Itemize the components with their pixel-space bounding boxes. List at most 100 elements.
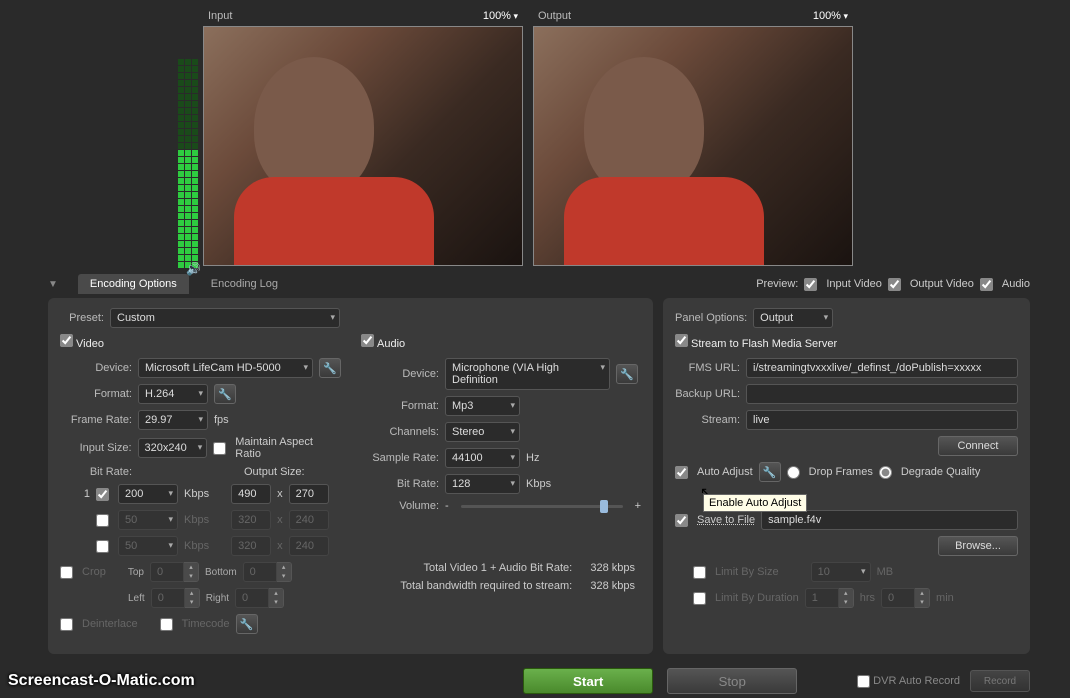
preset-select[interactable]: Custom — [110, 308, 340, 328]
hz-unit: Hz — [526, 452, 539, 464]
stream3-width: 320 — [231, 536, 271, 556]
min-unit: min — [936, 592, 954, 604]
volume-slider[interactable] — [461, 505, 623, 508]
kbps-unit-2: Kbps — [184, 514, 209, 526]
preview-input-video-label: Input Video — [826, 278, 881, 290]
backup-url-input[interactable] — [746, 384, 1018, 404]
audio-format-select[interactable]: Mp3 — [445, 396, 520, 416]
video-format-settings-icon[interactable]: 🔧 — [214, 384, 236, 404]
stream1-height[interactable]: 270 — [289, 484, 329, 504]
stream1-width[interactable]: 490 — [231, 484, 271, 504]
preset-label: Preset: — [60, 312, 104, 324]
kbps-unit-1: Kbps — [184, 488, 209, 500]
speaker-icon[interactable]: 🔊 — [186, 262, 201, 276]
drop-frames-label: Drop Frames — [809, 466, 873, 478]
dvr-label: DVR Auto Record — [873, 675, 960, 687]
preview-audio-check[interactable] — [980, 278, 993, 291]
stream-name-input[interactable] — [746, 410, 1018, 430]
audio-device-settings-icon[interactable]: 🔧 — [616, 364, 638, 384]
x-sep-2: x — [277, 514, 283, 526]
video-device-select[interactable]: Microsoft LifeCam HD-5000 — [138, 358, 313, 378]
bitrate-header: Bit Rate: — [60, 466, 132, 478]
maintain-aspect-check[interactable] — [213, 442, 226, 455]
video-enable-check[interactable] — [60, 334, 73, 347]
auto-adjust-check[interactable] — [675, 466, 688, 479]
stream-enable-check[interactable] — [675, 334, 688, 347]
input-label: Input — [208, 10, 232, 22]
input-zoom[interactable]: 100% — [483, 10, 518, 22]
record-button: Record — [970, 670, 1030, 692]
volume-minus[interactable]: - — [445, 500, 449, 512]
total-bw-value: 328 kbps — [590, 580, 635, 592]
watermark: Screencast-O-Matic.com — [8, 672, 195, 690]
stream1-bitrate[interactable]: 200 — [118, 484, 178, 504]
stream3-height: 240 — [289, 536, 329, 556]
total-video-label: Total Video 1 + Audio Bit Rate: — [424, 562, 573, 574]
stream1-index: 1 — [60, 488, 90, 500]
fms-url-input[interactable] — [746, 358, 1018, 378]
preview-audio-label: Audio — [1002, 278, 1030, 290]
audio-enable-check[interactable] — [361, 334, 374, 347]
stream1-check[interactable] — [96, 488, 109, 501]
channels-select[interactable]: Stereo — [445, 422, 520, 442]
preview-output-video-label: Output Video — [910, 278, 974, 290]
limit-duration-check[interactable] — [693, 592, 706, 605]
outputsize-header: Output Size: — [244, 466, 305, 478]
start-button[interactable]: Start — [523, 668, 653, 694]
degrade-quality-radio[interactable] — [879, 466, 892, 479]
video-device-settings-icon[interactable]: 🔧 — [319, 358, 341, 378]
connect-button[interactable]: Connect — [938, 436, 1018, 456]
degrade-quality-label: Degrade Quality — [901, 466, 981, 478]
crop-bottom: 0 — [243, 562, 277, 582]
save-to-file-check[interactable] — [675, 514, 688, 527]
output-label: Output — [538, 10, 571, 22]
crop-left-label: Left — [128, 593, 145, 604]
preview-output-video-check[interactable] — [888, 278, 901, 291]
stream2-bitrate: 50 — [118, 510, 178, 530]
deinterlace-label: Deinterlace — [82, 618, 138, 630]
audio-kbps-unit: Kbps — [526, 478, 551, 490]
backup-url-label: Backup URL: — [675, 388, 740, 400]
kbps-unit-3: Kbps — [184, 540, 209, 552]
deinterlace-check[interactable] — [60, 618, 73, 631]
crop-check[interactable] — [60, 566, 73, 579]
video-format-select[interactable]: H.264 — [138, 384, 208, 404]
limit-duration-label: Limit By Duration — [715, 592, 799, 604]
timecode-check[interactable] — [160, 618, 173, 631]
volume-label: Volume: — [361, 500, 439, 512]
timecode-label: Timecode — [182, 618, 230, 630]
samplerate-label: Sample Rate: — [361, 452, 439, 464]
stream3-check[interactable] — [96, 540, 109, 553]
collapse-icon[interactable]: ▼ — [48, 279, 58, 290]
limit-size-value: 10 — [811, 562, 871, 582]
preview-label: Preview: — [756, 278, 798, 290]
drop-frames-radio[interactable] — [787, 466, 800, 479]
audio-device-label: Device: — [361, 368, 439, 380]
volume-plus[interactable]: + — [635, 500, 641, 512]
maintain-aspect-label: Maintain Aspect Ratio — [235, 436, 341, 460]
filename-input[interactable] — [761, 510, 1018, 530]
total-bw-label: Total bandwidth required to stream: — [400, 580, 572, 592]
limit-size-check[interactable] — [693, 566, 706, 579]
framerate-select[interactable]: 29.97 — [138, 410, 208, 430]
crop-label: Crop — [82, 566, 106, 578]
duration-mins: 0 — [881, 588, 915, 608]
tab-encoding-log[interactable]: Encoding Log — [199, 274, 290, 294]
stream2-check[interactable] — [96, 514, 109, 527]
auto-adjust-settings-icon[interactable]: 🔧 — [759, 462, 781, 482]
inputsize-select[interactable]: 320x240 — [138, 438, 208, 458]
audio-device-select[interactable]: Microphone (VIA High Definition — [445, 358, 610, 390]
crop-right-label: Right — [206, 593, 229, 604]
auto-adjust-tooltip: Enable Auto Adjust — [703, 494, 807, 512]
preview-input-video-check[interactable] — [804, 278, 817, 291]
stream-name-label: Stream: — [675, 414, 740, 426]
timecode-settings-icon[interactable]: 🔧 — [236, 614, 258, 634]
output-zoom[interactable]: 100% — [813, 10, 848, 22]
audio-bitrate-select[interactable]: 128 — [445, 474, 520, 494]
inputsize-label: Input Size: — [60, 442, 132, 454]
samplerate-select[interactable]: 44100 — [445, 448, 520, 468]
browse-button[interactable]: Browse... — [938, 536, 1018, 556]
panel-options-select[interactable]: Output — [753, 308, 833, 328]
tab-encoding-options[interactable]: Encoding Options — [78, 274, 189, 294]
dvr-auto-record-check[interactable] — [857, 675, 870, 688]
